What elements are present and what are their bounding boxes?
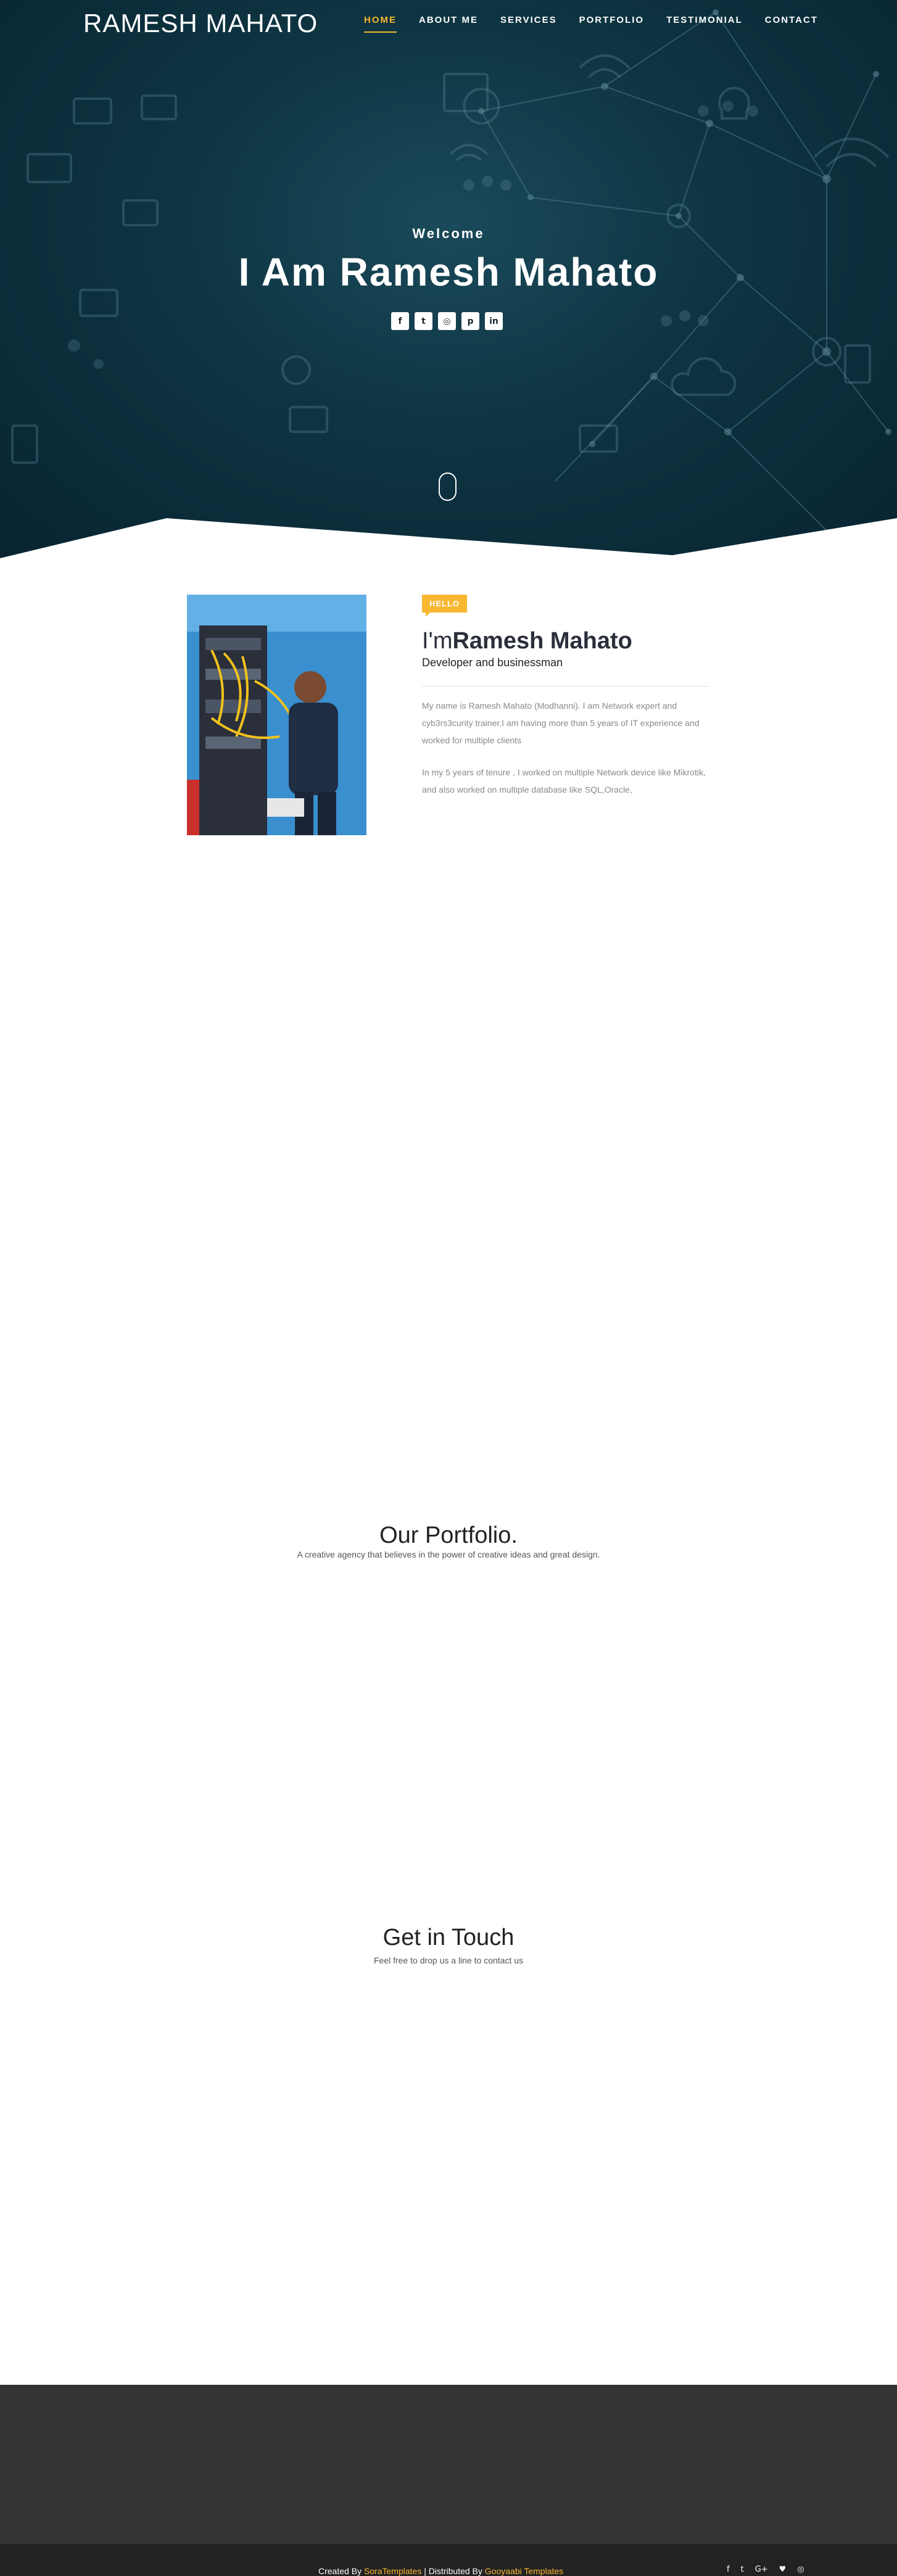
credits-created-label: Created By bbox=[318, 2566, 364, 2576]
nav-services[interactable]: SERVICES bbox=[500, 15, 557, 33]
gooyaabi-link[interactable]: Gooyaabi Templates bbox=[485, 2566, 563, 2576]
pinterest-icon[interactable]: p bbox=[461, 312, 479, 330]
google-plus-icon[interactable]: G+ bbox=[755, 2565, 768, 2574]
hero-welcome: Welcome bbox=[412, 226, 485, 241]
hero-section: RAMESH MAHATO HOME ABOUT ME SERVICES POR… bbox=[0, 0, 897, 558]
nav-about-me[interactable]: ABOUT ME bbox=[419, 15, 478, 33]
twitter-icon[interactable]: t bbox=[415, 312, 432, 330]
instagram-icon[interactable]: ◎ bbox=[797, 2565, 804, 2574]
nav-home[interactable]: HOME bbox=[364, 15, 397, 33]
credits-distributed-label: | Distributed By bbox=[421, 2566, 485, 2576]
site-title[interactable]: RAMESH MAHATO bbox=[83, 9, 318, 38]
footer-top bbox=[0, 2385, 897, 2544]
nav-contact[interactable]: CONTACT bbox=[765, 15, 818, 33]
about-paragraph-2: In my 5 years of tenure , I worked on mu… bbox=[422, 767, 706, 795]
nav-testimonial[interactable]: TESTIMONIAL bbox=[666, 15, 743, 33]
heart-icon[interactable]: ♥ bbox=[779, 2565, 787, 2574]
about-role: Developer and businessman bbox=[422, 656, 563, 669]
soratemplates-link[interactable]: SoraTemplates bbox=[364, 2566, 421, 2576]
portfolio-title: Our Portfolio. bbox=[379, 1522, 518, 1548]
footer-social-links: f t G+ ♥ ◎ bbox=[727, 2565, 804, 2574]
contact-title: Get in Touch bbox=[382, 1925, 515, 1951]
hero-social-links: f t ◎ p in bbox=[391, 312, 503, 330]
profile-photo bbox=[187, 595, 366, 835]
about-paragraph-1: My name is Ramesh Mahato (Modhanni). I a… bbox=[422, 701, 700, 745]
about-name: Ramesh Mahato bbox=[452, 628, 632, 654]
facebook-icon[interactable]: f bbox=[391, 312, 409, 330]
portfolio-subtitle: A creative agency that believes in the p… bbox=[297, 1550, 600, 1559]
contact-subtitle: Feel free to drop us a line to contact u… bbox=[373, 1955, 524, 1965]
main-nav: HOME ABOUT ME SERVICES PORTFOLIO TESTIMO… bbox=[364, 15, 818, 33]
footer-credits: Created By SoraTemplates | Distributed B… bbox=[318, 2566, 563, 2576]
instagram-icon[interactable]: ◎ bbox=[438, 312, 456, 330]
hero-title: I Am Ramesh Mahato bbox=[238, 250, 659, 294]
linkedin-icon[interactable]: in bbox=[485, 312, 503, 330]
about-heading: I'mRamesh Mahato bbox=[422, 628, 632, 654]
about-name-prefix: I'm bbox=[422, 628, 453, 654]
scroll-down-icon[interactable] bbox=[439, 473, 457, 501]
twitter-icon[interactable]: t bbox=[741, 2565, 744, 2574]
nav-portfolio[interactable]: PORTFOLIO bbox=[579, 15, 645, 33]
hero-wave-divider bbox=[0, 518, 897, 558]
facebook-icon[interactable]: f bbox=[727, 2565, 730, 2574]
about-divider bbox=[422, 686, 709, 687]
hello-badge: HELLO bbox=[422, 595, 468, 617]
